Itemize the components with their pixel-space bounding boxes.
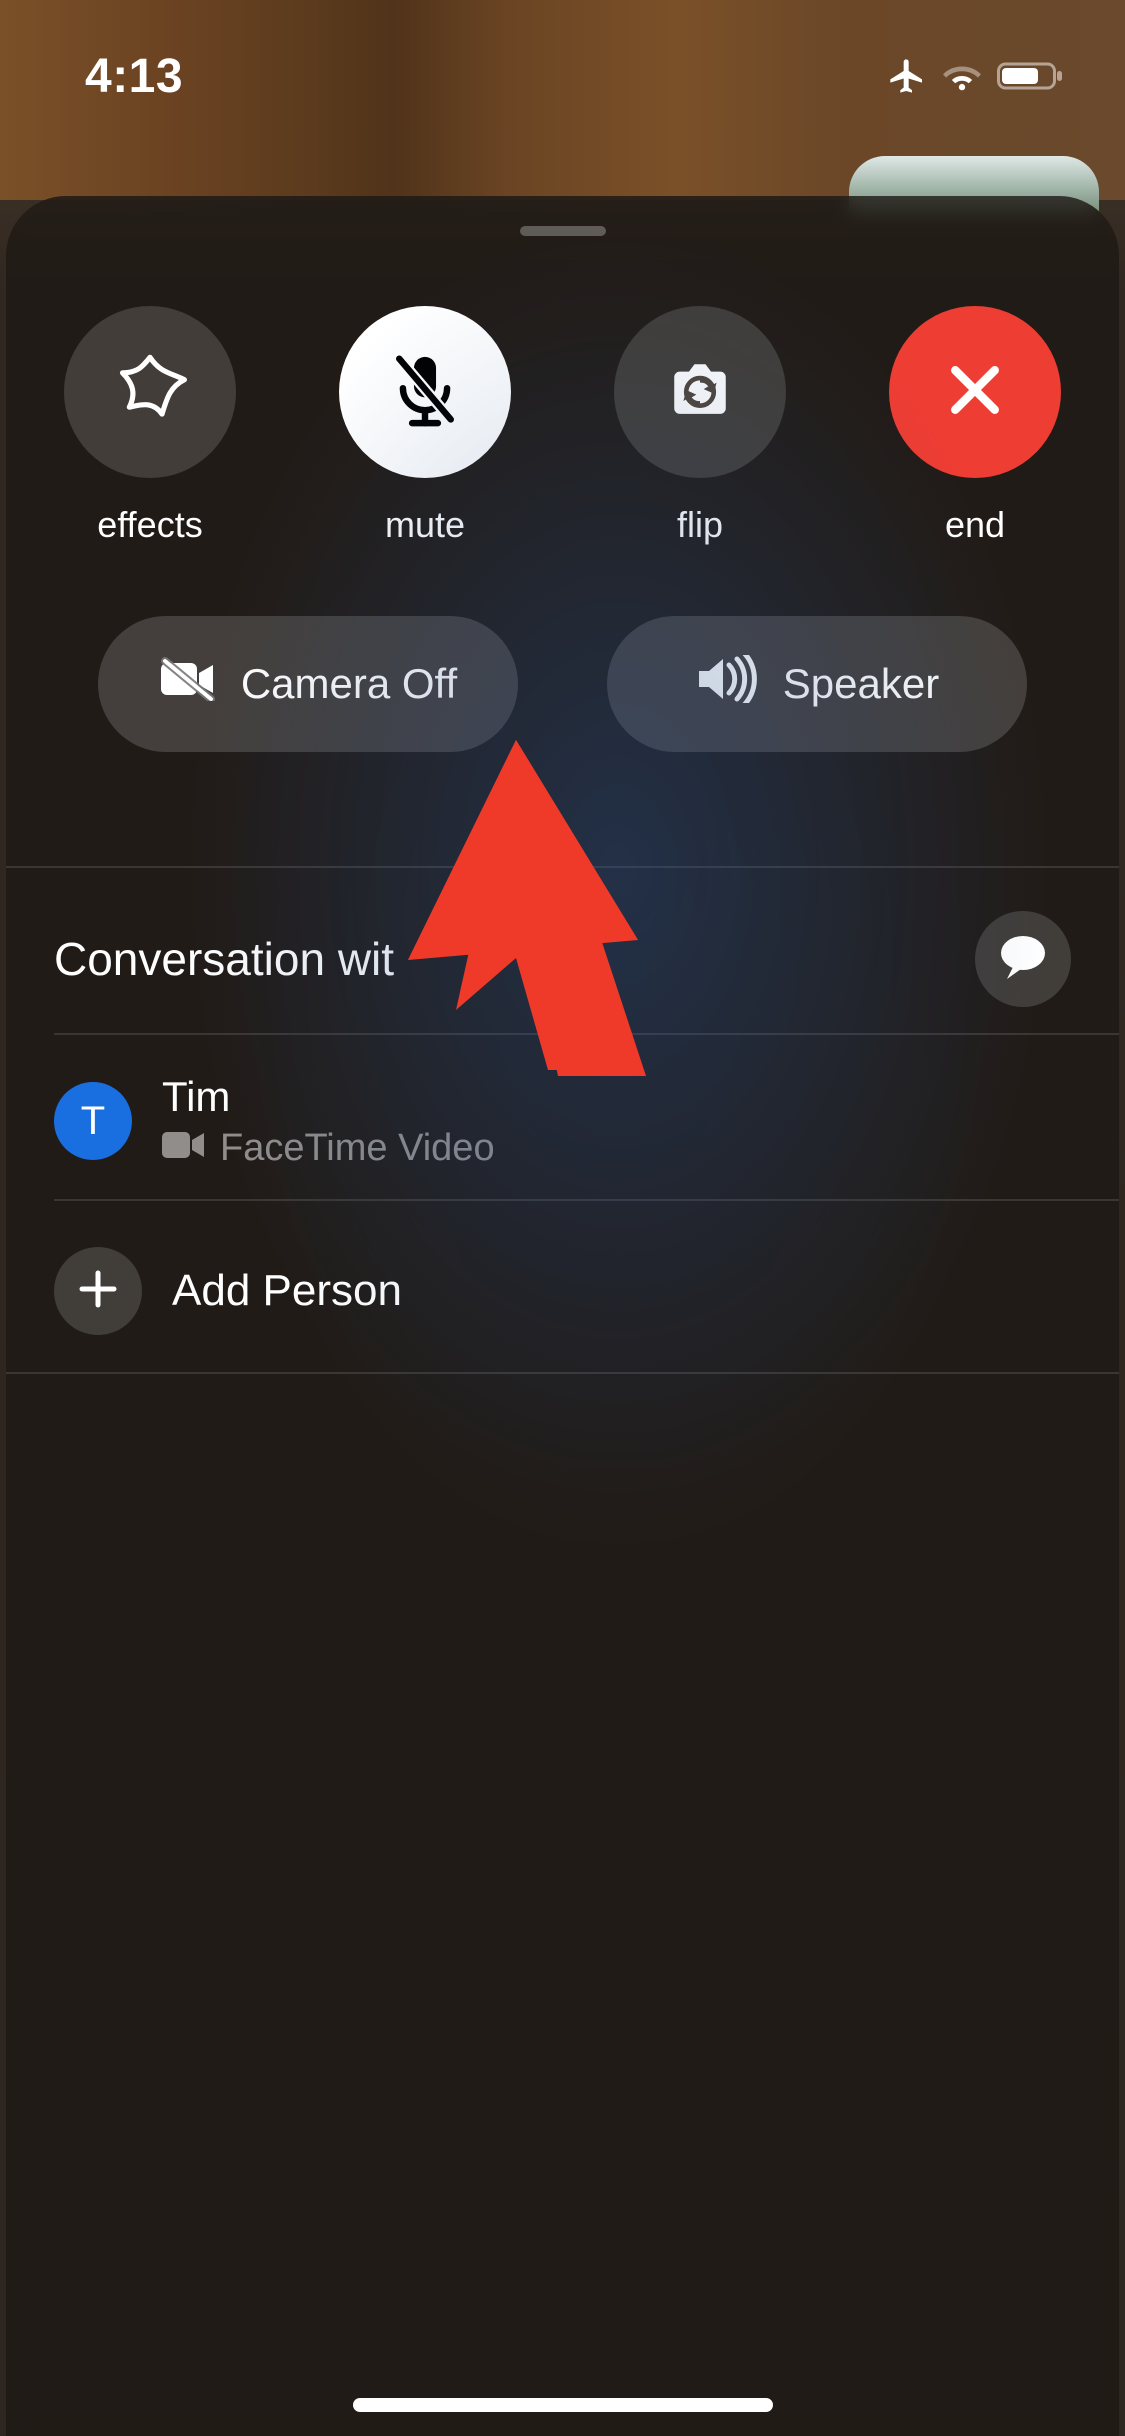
divider [6, 1372, 1119, 1374]
avatar: T [54, 1082, 132, 1160]
sheet-grabber[interactable] [520, 226, 606, 236]
airplane-mode-icon [887, 56, 927, 96]
wifi-icon [943, 61, 981, 91]
divider [54, 1033, 1119, 1035]
effects-label: effects [97, 504, 202, 546]
flip-button[interactable] [614, 306, 786, 478]
camera-off-icon [159, 657, 217, 711]
primary-controls-row: effects mute [64, 306, 1061, 546]
messages-button[interactable] [975, 911, 1071, 1007]
speaker-icon [695, 655, 759, 713]
effects-button[interactable] [64, 306, 236, 478]
mute-control: mute [339, 306, 511, 546]
participant-status-text: FaceTime Video [220, 1127, 495, 1170]
divider [54, 1199, 1119, 1201]
secondary-controls-row: Camera Off Speaker [98, 616, 1027, 752]
participant-status: FaceTime Video [162, 1127, 495, 1170]
plus-icon [76, 1267, 120, 1316]
divider [6, 866, 1119, 868]
camera-off-label: Camera Off [241, 660, 457, 708]
participant-text: Tim FaceTime Video [162, 1073, 495, 1170]
flip-control: flip [614, 306, 786, 546]
plus-circle [54, 1247, 142, 1335]
camera-flip-icon [654, 344, 746, 441]
message-icon [997, 933, 1049, 986]
status-icons [887, 56, 1065, 96]
conversation-title: Conversation wit [54, 932, 394, 986]
effects-control: effects [64, 306, 236, 546]
speaker-label: Speaker [783, 660, 939, 708]
status-time: 4:13 [85, 49, 183, 104]
close-icon [937, 352, 1013, 433]
screen: 4:13 [0, 0, 1125, 2436]
microphone-muted-icon [379, 344, 471, 441]
add-person-button[interactable]: Add Person [54, 1216, 1071, 1366]
speaker-button[interactable]: Speaker [607, 616, 1027, 752]
participant-name: Tim [162, 1073, 495, 1121]
mute-label: mute [385, 504, 465, 546]
status-bar: 4:13 [0, 36, 1125, 116]
end-label: end [945, 504, 1005, 546]
battery-icon [997, 60, 1065, 92]
video-icon [162, 1127, 206, 1170]
mute-button[interactable] [339, 306, 511, 478]
camera-off-button[interactable]: Camera Off [98, 616, 518, 752]
end-call-button[interactable] [889, 306, 1061, 478]
flip-label: flip [677, 504, 723, 546]
participant-row[interactable]: T Tim FaceTime Video [54, 1051, 1071, 1191]
end-control: end [889, 306, 1061, 546]
effects-icon [107, 347, 193, 438]
home-indicator[interactable] [353, 2398, 773, 2412]
add-person-label: Add Person [172, 1266, 402, 1316]
conversation-header: Conversation wit [54, 884, 1071, 1034]
call-controls-sheet: effects mute [6, 196, 1119, 2436]
